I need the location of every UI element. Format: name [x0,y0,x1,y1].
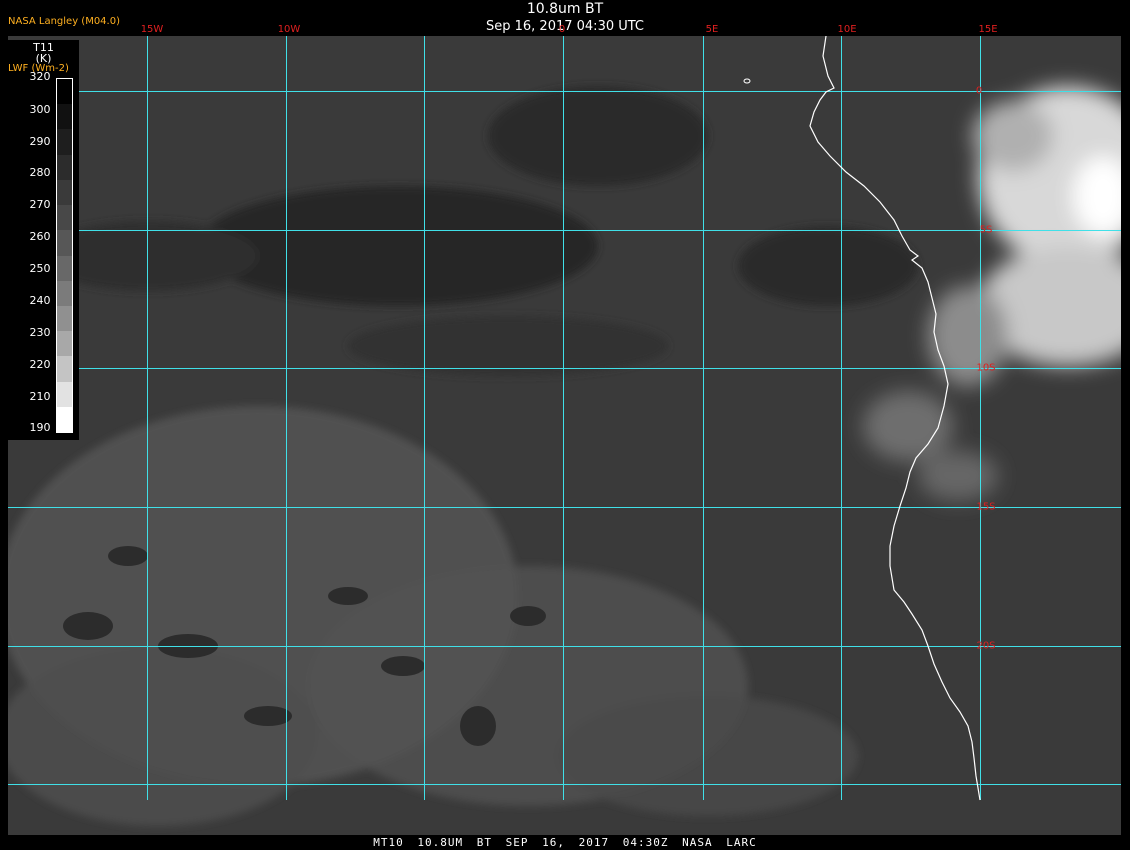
longitude-label-15w: 15W [140,24,164,35]
map-canvas [8,36,1121,835]
legend-tick: 230 [29,326,51,339]
legend-color-step [57,381,72,408]
legend-tick: 260 [29,230,51,243]
latitude-label-10s: 10S [976,362,996,374]
legend-tick: 190 [29,421,51,434]
legend-color-step [57,406,72,433]
legend-color-step [57,104,72,130]
legend-color-step [57,154,72,181]
legend-tick: 250 [29,262,51,275]
image-title: 10.8um BT [526,1,604,17]
legend-color-step [57,205,72,231]
longitude-label-10w: 10W [277,24,301,35]
legend-color-step [57,179,72,206]
legend-color-step [57,331,72,357]
agency-label: NASA Langley (M04.0) [8,16,120,27]
longitude-label-0: 0 [558,24,566,35]
footer-caption: MT10 10.8UM BT SEP 16, 2017 04:30Z NASA … [373,836,757,849]
longitude-label-10e: 10E [837,24,857,35]
legend-color-bar [56,78,73,433]
legend-tick: 290 [29,135,51,148]
legend-color-step [57,255,72,282]
legend-color-step [57,129,72,156]
legend-tick: 300 [29,103,51,116]
legend-tick: 320 [29,70,51,83]
longitude-label-15e: 15E [978,24,998,35]
latitude-label-5s: 5S [979,224,993,236]
legend-color-step [57,79,72,105]
legend-tick: 270 [29,198,51,211]
legend-color-step [57,230,72,256]
legend-tick: 220 [29,358,51,371]
colorbar-legend: T11 (K) LWF (Wm-2) 320 300 290 280 270 2… [8,40,79,440]
legend-tick: 210 [29,390,51,403]
legend-color-step [57,356,72,383]
legend-tick: 280 [29,166,51,179]
legend-tick: 240 [29,294,51,307]
legend-color-step [57,280,72,307]
satellite-map[interactable] [8,36,1121,835]
legend-color-step [57,305,72,332]
longitude-label-5e: 5E [705,24,719,35]
latitude-label-15s: 15S [976,501,996,513]
latitude-label-20s: 20S [976,640,996,652]
latitude-label-0: 0 [975,85,983,97]
